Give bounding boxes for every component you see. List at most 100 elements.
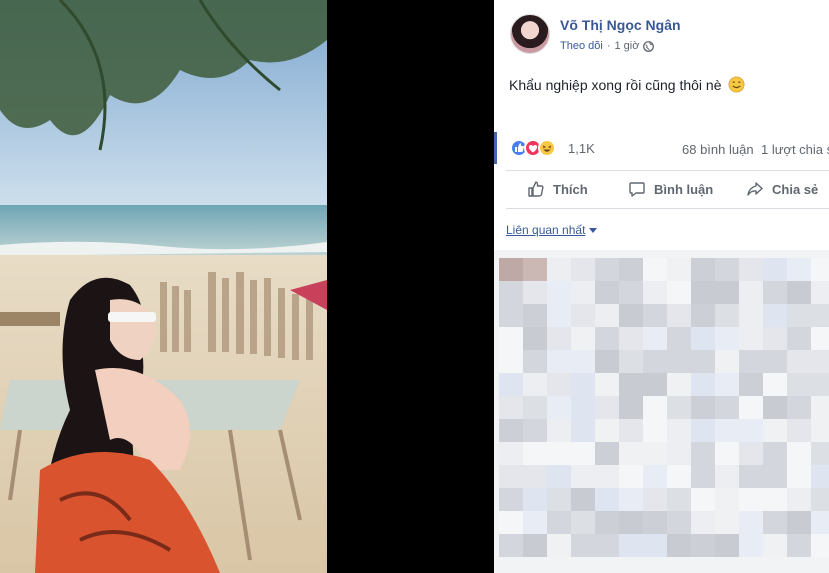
like-button[interactable]: Thích [527, 170, 588, 208]
blur-pixel [619, 327, 643, 350]
blur-pixel [691, 373, 715, 396]
author-name[interactable]: Võ Thị Ngọc Ngân [560, 17, 681, 33]
blur-pixel [715, 419, 739, 442]
comments-count[interactable]: 68 bình luận [682, 142, 754, 157]
blur-pixel [667, 350, 691, 373]
blur-pixel [643, 419, 667, 442]
blur-pixel [619, 465, 643, 488]
blur-pixel [571, 281, 595, 304]
blur-pixel [787, 258, 811, 281]
blur-pixel [547, 281, 571, 304]
blur-pixel [739, 281, 763, 304]
blur-pixel [763, 534, 787, 557]
blur-pixel [571, 442, 595, 465]
comments-list-blurred [494, 250, 829, 573]
pixelated-comments [499, 258, 829, 557]
blur-pixel [739, 350, 763, 373]
blur-pixel [715, 258, 739, 281]
blur-pixel [739, 534, 763, 557]
blur-pixel [523, 258, 547, 281]
blur-pixel [739, 304, 763, 327]
blur-pixel [667, 511, 691, 534]
blur-pixel [595, 534, 619, 557]
blur-pixel [763, 327, 787, 350]
comment-button[interactable]: Bình luận [628, 170, 713, 208]
photo-viewer[interactable] [0, 0, 494, 573]
blur-pixel [667, 534, 691, 557]
post-photo[interactable] [0, 0, 327, 573]
blur-pixel [811, 534, 829, 557]
blur-pixel [619, 258, 643, 281]
blur-pixel [667, 304, 691, 327]
blur-pixel [571, 373, 595, 396]
haha-reaction-icon [538, 139, 556, 157]
blur-pixel [595, 419, 619, 442]
blur-pixel [595, 442, 619, 465]
blur-pixel [499, 442, 523, 465]
blur-pixel [523, 511, 547, 534]
blur-pixel [739, 488, 763, 511]
blur-pixel [691, 534, 715, 557]
share-button[interactable]: Chia sẻ [746, 170, 818, 208]
blur-pixel [667, 327, 691, 350]
blur-pixel [739, 419, 763, 442]
blur-pixel [499, 488, 523, 511]
post-actions: Thích Bình luận Chia sẻ [494, 170, 829, 208]
blur-pixel [523, 396, 547, 419]
blur-pixel [571, 350, 595, 373]
blur-pixel [523, 350, 547, 373]
meta-separator: · [606, 40, 611, 52]
blur-pixel [595, 465, 619, 488]
blur-pixel [547, 488, 571, 511]
blur-pixel [811, 419, 829, 442]
blur-pixel [547, 258, 571, 281]
blur-pixel [619, 281, 643, 304]
blur-pixel [667, 442, 691, 465]
blur-pixel [499, 534, 523, 557]
blur-pixel [763, 373, 787, 396]
blur-pixel [595, 327, 619, 350]
blur-pixel [715, 465, 739, 488]
blur-pixel [715, 396, 739, 419]
blur-pixel [523, 419, 547, 442]
blur-pixel [715, 373, 739, 396]
blur-pixel [739, 396, 763, 419]
avatar[interactable] [510, 14, 550, 54]
blur-pixel [763, 350, 787, 373]
comment-sort-dropdown[interactable]: Liên quan nhất [506, 223, 598, 237]
blur-pixel [595, 488, 619, 511]
blur-pixel [547, 373, 571, 396]
follow-link[interactable]: Theo dõi [560, 40, 603, 52]
blur-pixel [739, 327, 763, 350]
blur-pixel [715, 304, 739, 327]
blur-pixel [595, 281, 619, 304]
blur-pixel [619, 304, 643, 327]
blur-pixel [691, 281, 715, 304]
blur-pixel [619, 373, 643, 396]
blur-pixel [667, 488, 691, 511]
reactions-count[interactable]: 1,1K [568, 141, 595, 156]
blur-pixel [787, 281, 811, 304]
blur-pixel [571, 511, 595, 534]
blur-pixel [595, 258, 619, 281]
blur-pixel [691, 258, 715, 281]
blur-pixel [811, 350, 829, 373]
blur-pixel [811, 258, 829, 281]
blur-pixel [523, 488, 547, 511]
share-arrow-icon [747, 182, 763, 196]
blur-pixel [763, 258, 787, 281]
blur-pixel [523, 465, 547, 488]
blur-pixel [547, 327, 571, 350]
shares-count[interactable]: 1 lượt chia sẻ [761, 142, 829, 157]
blur-pixel [811, 304, 829, 327]
blur-pixel [619, 488, 643, 511]
blur-pixel [787, 442, 811, 465]
blur-pixel [499, 304, 523, 327]
blur-pixel [547, 442, 571, 465]
post-time[interactable]: 1 giờ [614, 40, 639, 52]
blur-pixel [763, 281, 787, 304]
blur-pixel [547, 304, 571, 327]
blur-pixel [547, 419, 571, 442]
thumbs-up-icon [528, 181, 544, 197]
blur-pixel [619, 442, 643, 465]
